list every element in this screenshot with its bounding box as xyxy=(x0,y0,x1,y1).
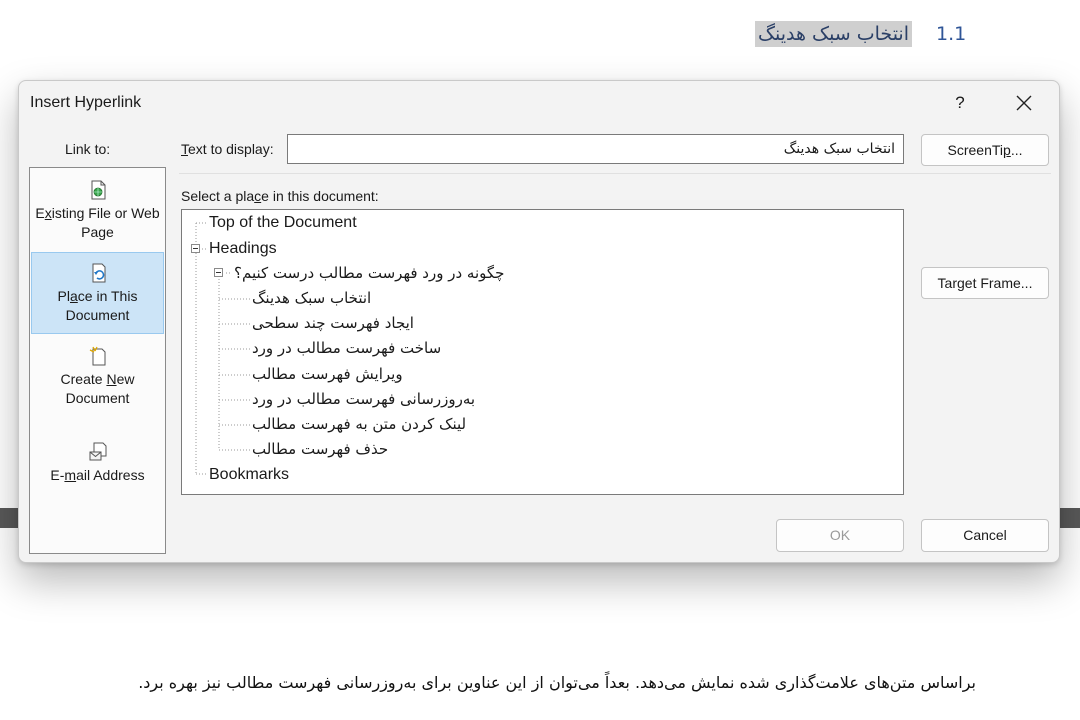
link-option-label: E-mail Address xyxy=(50,467,145,483)
tree-item-subheading[interactable]: ایجاد فهرست چند سطحی xyxy=(252,311,414,336)
headings-collapse-toggle[interactable] xyxy=(191,244,200,253)
place-in-document-icon xyxy=(92,263,105,283)
document-heading: انتخاب سبک هدینگ 1.1 xyxy=(755,18,966,50)
cancel-button[interactable]: Cancel xyxy=(921,519,1049,552)
tree-item-subheading[interactable]: لینک کردن متن به فهرست مطالب xyxy=(252,412,466,437)
close-button[interactable] xyxy=(1009,89,1039,117)
tree-item-headings[interactable]: Headings xyxy=(209,236,277,261)
text-to-display-label: Text to display: xyxy=(181,141,274,157)
close-icon xyxy=(1016,95,1032,111)
insert-hyperlink-dialog: Insert Hyperlink ? Link to: Existing Fil… xyxy=(18,80,1060,563)
email-icon xyxy=(89,442,106,461)
dialog-title: Insert Hyperlink xyxy=(30,94,142,111)
link-option-existing-file[interactable]: Existing File or Web Page xyxy=(31,178,164,246)
ok-button[interactable]: OK xyxy=(776,519,904,552)
link-to-panel: Existing File or Web Page Place in This … xyxy=(29,167,166,554)
target-frame-button[interactable]: Target Frame... xyxy=(921,267,1049,299)
new-document-icon xyxy=(89,346,105,366)
tree-item-subheading[interactable]: ساخت فهرست مطالب در ورد xyxy=(252,336,441,361)
heading-collapse-toggle[interactable] xyxy=(214,268,223,277)
document-paragraph[interactable]: براساس متن‌های علامت‌گذاری شده نمایش می‌… xyxy=(110,668,976,697)
link-option-label: Place in This Document xyxy=(57,288,138,323)
link-to-label: Link to: xyxy=(65,141,111,157)
existing-file-icon xyxy=(91,180,105,200)
link-option-label: Create New Document xyxy=(60,371,135,406)
tree-item-top-of-document[interactable]: Top of the Document xyxy=(209,210,357,235)
link-option-place-in-document[interactable]: Place in This Document xyxy=(31,252,164,334)
heading-number: 1.1 xyxy=(936,23,967,45)
tree-item-bookmarks[interactable]: Bookmarks xyxy=(209,462,289,487)
heading-text[interactable]: انتخاب سبک هدینگ xyxy=(755,21,912,47)
link-option-email-address[interactable]: E-mail Address xyxy=(31,440,164,490)
select-place-label: Select a place in this document: xyxy=(181,188,379,204)
tree-item-subheading[interactable]: انتخاب سبک هدینگ xyxy=(252,286,371,311)
tree-item-heading-parent[interactable]: چگونه در ورد فهرست مطالب درست کنیم؟ xyxy=(234,261,504,286)
document-places-tree[interactable]: Top of the Document Headings چگونه در ور… xyxy=(181,209,904,495)
text-to-display-input[interactable]: انتخاب سبک هدینگ xyxy=(287,134,904,164)
screentip-button[interactable]: ScreenTip... xyxy=(921,134,1049,166)
tree-item-subheading[interactable]: حذف فهرست مطالب xyxy=(252,437,388,462)
tree-item-subheading[interactable]: ویرایش فهرست مطالب xyxy=(252,362,403,387)
tree-item-subheading[interactable]: به‌روزرسانی فهرست مطالب در ورد xyxy=(252,387,475,412)
help-button[interactable]: ? xyxy=(945,89,975,117)
dialog-titlebar[interactable]: Insert Hyperlink ? xyxy=(19,81,1059,125)
link-option-new-document[interactable]: Create New Document xyxy=(31,344,164,412)
separator xyxy=(179,173,1051,174)
link-option-label: Existing File or Web Page xyxy=(35,205,160,240)
